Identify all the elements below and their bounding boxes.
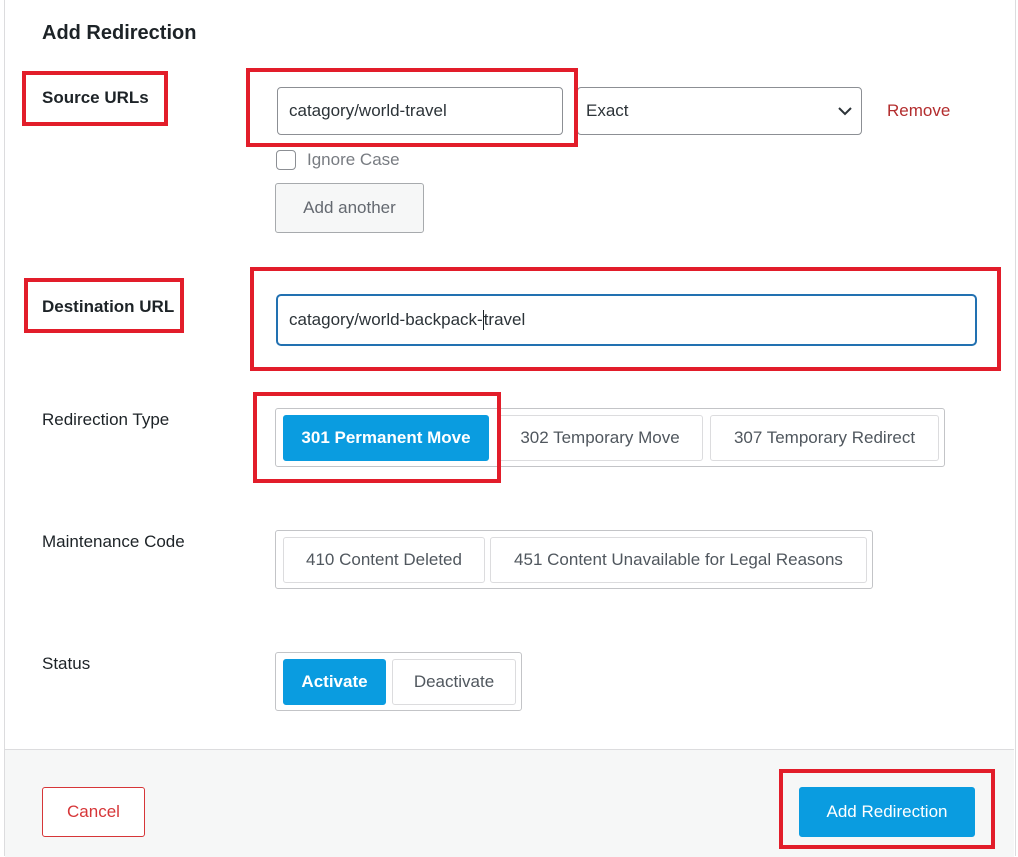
redirection-type-label: Redirection Type [42,410,170,429]
status-group: Activate Deactivate [275,652,522,711]
maintenance-code-label: Maintenance Code [42,532,185,551]
code-410-button[interactable]: 410 Content Deleted [283,537,485,583]
ignore-case-label: Ignore Case [307,150,400,169]
cancel-button[interactable]: Cancel [42,787,145,837]
ignore-case-checkbox[interactable] [276,150,296,170]
add-redirection-button[interactable]: Add Redirection [799,787,975,837]
destination-url-value: catagory/world-backpack-travel [289,309,526,331]
source-url-value: catagory/world-travel [289,101,447,120]
redirect-302-button[interactable]: 302 Temporary Move [497,415,703,461]
deactivate-button[interactable]: Deactivate [392,659,516,705]
add-another-button[interactable]: Add another [275,183,424,233]
status-label: Status [42,654,91,673]
source-url-input[interactable]: catagory/world-travel [277,87,563,135]
source-urls-label: Source URLs [42,88,149,107]
destination-url-input[interactable]: catagory/world-backpack-travel [276,294,977,346]
match-type-select[interactable]: Exact [577,87,862,135]
maintenance-code-group: 410 Content Deleted 451 Content Unavaila… [275,530,873,589]
chevron-down-icon [837,106,853,116]
activate-button[interactable]: Activate [283,659,386,705]
match-type-value: Exact [586,101,629,120]
redirection-type-group: 301 Permanent Move 302 Temporary Move 30… [275,408,945,467]
code-451-button[interactable]: 451 Content Unavailable for Legal Reason… [490,537,867,583]
page-title: Add Redirection [42,22,197,44]
redirect-301-button[interactable]: 301 Permanent Move [283,415,489,461]
destination-url-label: Destination URL [42,297,175,316]
redirect-307-button[interactable]: 307 Temporary Redirect [710,415,939,461]
remove-link[interactable]: Remove [887,101,950,121]
